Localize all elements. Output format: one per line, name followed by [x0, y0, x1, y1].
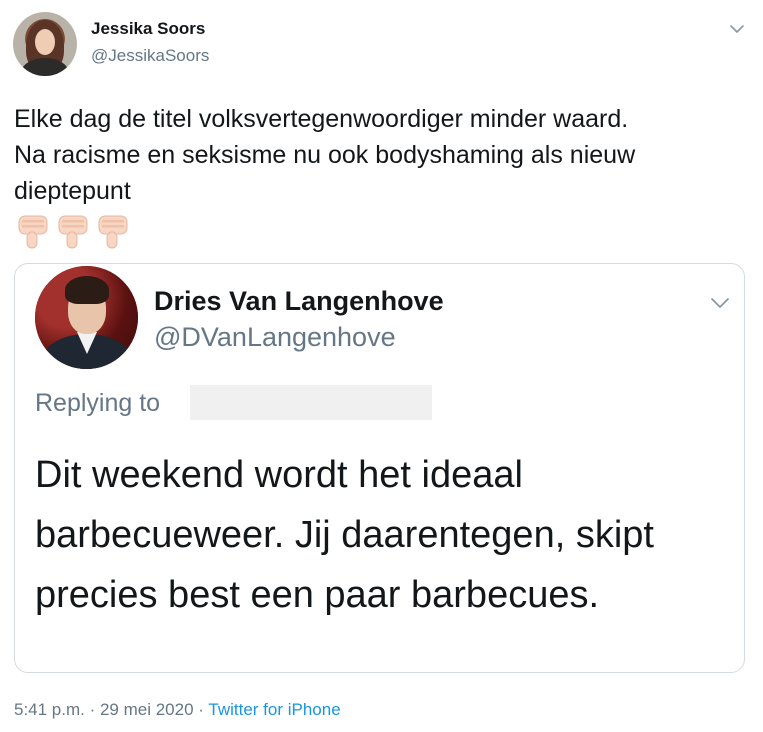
quoted-author-avatar[interactable] [35, 266, 138, 369]
tweet-timestamp[interactable]: 5:41 p.m. · 29 mei 2020 [14, 700, 194, 719]
tweet-text-line: Na racisme en seksisme nu ook bodyshamin… [14, 141, 636, 169]
tweet-text: Elke dag de titel volksvertegenwoordiger… [14, 101, 754, 209]
tweet-text-line: dieptepunt [14, 177, 131, 205]
quoted-text-line: Dit weekend wordt het ideaal [35, 454, 523, 496]
quoted-text-line: precies best een paar barbecues. [35, 574, 600, 616]
avatar-hair [65, 276, 109, 304]
thumbs-down-icon [58, 215, 88, 249]
emoji-row [16, 212, 130, 252]
thumbs-down-icon [98, 215, 128, 249]
tweet-text-line: Elke dag de titel volksvertegenwoordiger… [14, 105, 629, 133]
avatar-face [35, 29, 55, 55]
chevron-down-icon[interactable] [708, 291, 732, 315]
footer-separator: · [198, 700, 204, 719]
quoted-tweet-text: Dit weekend wordt het ideaal barbecuewee… [35, 445, 735, 625]
chevron-down-icon[interactable] [728, 20, 746, 38]
author-handle[interactable]: @JessikaSoors [91, 46, 209, 66]
quoted-author-name[interactable]: Dries Van Langenhove [154, 286, 444, 317]
replying-to-label: Replying to [35, 389, 161, 417]
redacted-username [190, 385, 432, 420]
quoted-tweet-card[interactable]: Dries Van Langenhove @DVanLangenhove Rep… [14, 263, 745, 673]
tweet-footer: 5:41 p.m. · 29 mei 2020 · Twitter for iP… [14, 700, 341, 720]
tweet-source-link[interactable]: Twitter for iPhone [208, 700, 340, 719]
author-name[interactable]: Jessika Soors [91, 19, 205, 39]
author-avatar[interactable] [13, 12, 77, 76]
quoted-author-handle[interactable]: @DVanLangenhove [154, 322, 396, 353]
quoted-text-line: barbecueweer. Jij daarentegen, skipt [35, 514, 654, 556]
thumbs-down-icon [18, 215, 48, 249]
